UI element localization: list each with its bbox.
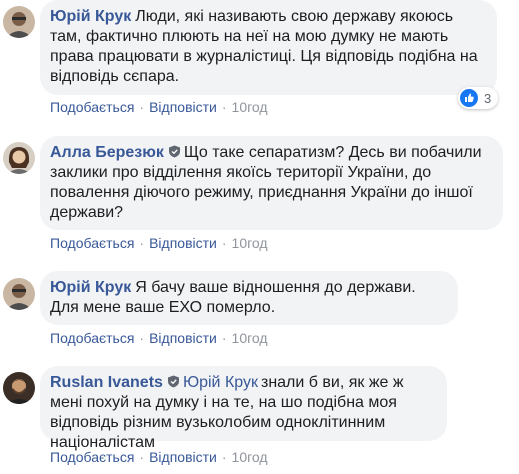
comment-timestamp[interactable]: 10год <box>232 449 268 465</box>
reply-link[interactable]: Відповісти <box>149 449 217 465</box>
reply-link[interactable]: Відповісти <box>149 330 217 346</box>
comment-timestamp[interactable]: 10год <box>232 330 268 346</box>
comment-actions: Подобається · Відповісти · 10год <box>50 99 268 115</box>
separator: · <box>139 330 145 346</box>
shield-icon <box>168 145 180 158</box>
shield-icon <box>167 375 179 388</box>
user-mention[interactable]: Юрій Крук <box>183 374 258 391</box>
comment-author[interactable]: Юрій Крук <box>50 279 131 296</box>
separator: · <box>221 99 227 115</box>
reaction-count-badge[interactable]: 3 <box>458 87 499 109</box>
comment-actions: Подобається · Відповісти · 10год <box>50 330 268 346</box>
like-link[interactable]: Подобається <box>50 449 134 465</box>
comment-actions: Подобається · Відповісти · 10год <box>50 449 268 465</box>
comment-bubble: Юрій Крук Люди, які називають свою держав… <box>40 0 497 95</box>
reply-link[interactable]: Відповісти <box>149 99 217 115</box>
avatar[interactable] <box>3 372 35 404</box>
avatar[interactable] <box>3 6 35 38</box>
separator: · <box>139 99 145 115</box>
avatar-photo-icon <box>3 372 35 404</box>
comment-author[interactable]: Алла Березюк <box>50 144 164 161</box>
separator: · <box>221 235 227 251</box>
separator: · <box>139 235 145 251</box>
separator: · <box>221 449 227 465</box>
comment-bubble: Алла Березюк Що таке сепаратизм? Десь ви … <box>40 136 503 230</box>
comment-bubble: Ruslan Ivanets Юрій Крук знали б ви, як же… <box>40 366 447 451</box>
avatar-photo-icon <box>3 6 35 38</box>
like-link[interactable]: Подобається <box>50 330 134 346</box>
avatar-photo-icon <box>3 278 35 310</box>
comment-actions: Подобається · Відповісти · 10год <box>50 235 268 251</box>
comment-timestamp[interactable]: 10год <box>232 235 268 251</box>
separator: · <box>139 449 145 465</box>
avatar[interactable] <box>3 278 35 310</box>
comment-author[interactable]: Ruslan Ivanets <box>50 374 163 391</box>
comment-timestamp[interactable]: 10год <box>232 99 268 115</box>
like-link[interactable]: Подобається <box>50 99 134 115</box>
like-link[interactable]: Подобається <box>50 235 134 251</box>
avatar[interactable] <box>3 142 35 174</box>
reply-link[interactable]: Відповісти <box>149 235 217 251</box>
reaction-count: 3 <box>484 90 492 106</box>
comment-bubble: Юрій Крук Я бачу ваше відношення до держа… <box>40 271 458 325</box>
thumbs-up-icon <box>460 89 478 107</box>
avatar-photo-icon <box>3 142 35 174</box>
comment-author[interactable]: Юрій Крук <box>50 8 131 25</box>
separator: · <box>221 330 227 346</box>
